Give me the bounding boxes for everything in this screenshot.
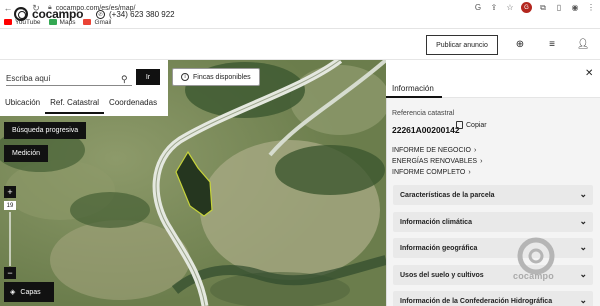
search-tabs: Ubicación Ref. Catastral Coordenadas bbox=[0, 94, 168, 114]
capas-label: Capas bbox=[20, 288, 41, 296]
chevron-down-icon: ⌄ bbox=[579, 242, 587, 252]
chevron-right-icon: › bbox=[473, 147, 477, 154]
account-icon[interactable]: ◉ bbox=[570, 3, 580, 13]
chevron-down-icon: ⌄ bbox=[579, 269, 587, 279]
ref-catastral-value: 22261A00200142 bbox=[392, 125, 460, 135]
link-label: INFORME DE NEGOCIO bbox=[392, 147, 471, 154]
zoom-level: 19 bbox=[4, 201, 16, 210]
share-icon[interactable]: ⇪ bbox=[489, 3, 499, 13]
star-icon[interactable]: ☆ bbox=[505, 3, 515, 13]
gmail-icon bbox=[83, 19, 92, 25]
bookmarks-bar: YouTube Maps Gmail bbox=[0, 16, 600, 29]
search-placeholder: Escriba aquí bbox=[6, 74, 51, 83]
chevron-right-icon: › bbox=[468, 169, 471, 176]
sidebar-icon[interactable]: ▯ bbox=[554, 3, 564, 13]
accordion-geografica[interactable]: Información geográfica ⌄ bbox=[393, 238, 593, 258]
info-icon: i bbox=[181, 73, 189, 81]
hamburger-menu-icon[interactable]: ≡ bbox=[546, 38, 558, 50]
copy-button[interactable]: Copiar bbox=[456, 121, 487, 129]
zoom-in-button[interactable]: + bbox=[4, 186, 16, 198]
accordion-caracteristicas[interactable]: Características de la parcela ⌄ bbox=[393, 185, 593, 205]
layers-icon: ◈ bbox=[10, 289, 16, 296]
medicion-button[interactable]: Medición bbox=[4, 145, 48, 162]
link-informe-completo[interactable]: INFORME COMPLETO › bbox=[392, 169, 471, 176]
phone-number: (+34) 623 380 922 bbox=[109, 10, 175, 19]
accordion-confederacion[interactable]: Información de la Confederación Hidrográ… bbox=[393, 291, 593, 306]
accordion-climatica[interactable]: Información climática ⌄ bbox=[393, 212, 593, 232]
back-icon[interactable]: ← bbox=[2, 2, 14, 14]
zoom-out-button[interactable]: − bbox=[4, 267, 16, 279]
logo-text: cocampo bbox=[32, 7, 84, 21]
globe-icon[interactable]: ⊕ bbox=[514, 38, 526, 50]
zoom-slider[interactable] bbox=[9, 212, 11, 266]
tab-informacion[interactable]: Información bbox=[392, 84, 434, 93]
logo[interactable]: cocampo bbox=[14, 7, 83, 21]
go-button[interactable]: Ir bbox=[136, 69, 160, 85]
phone-contact[interactable]: ✆ (+34) 623 380 922 bbox=[96, 10, 175, 19]
tab-ref-catastral[interactable]: Ref. Catastral bbox=[45, 94, 105, 114]
youtube-icon bbox=[4, 19, 12, 25]
close-icon[interactable]: ✕ bbox=[585, 68, 593, 79]
profile-badge[interactable]: G bbox=[521, 2, 532, 13]
extensions-icon[interactable]: ⧉ bbox=[538, 3, 548, 13]
whatsapp-icon: ✆ bbox=[96, 10, 105, 19]
tab-underline bbox=[386, 96, 442, 98]
copy-label: Copiar bbox=[466, 121, 487, 129]
fincas-disponibles-button[interactable]: i Fincas disponibles bbox=[172, 68, 260, 86]
chevron-down-icon: ⌄ bbox=[579, 216, 587, 226]
accordion-label: Información de la Confederación Hidrográ… bbox=[400, 297, 553, 305]
app-header bbox=[0, 30, 600, 60]
watermark-text: cocampo bbox=[513, 271, 554, 281]
ref-catastral-label: Referencia catastral bbox=[392, 110, 455, 117]
publish-ad-button[interactable]: Publicar anuncio bbox=[426, 35, 498, 55]
google-icon[interactable]: G bbox=[473, 3, 483, 13]
user-icon[interactable]: 👤︎ bbox=[577, 38, 590, 50]
tab-ubicacion[interactable]: Ubicación bbox=[0, 94, 45, 114]
fincas-label: Fincas disponibles bbox=[193, 73, 251, 81]
accordion-label: Usos del suelo y cultivos bbox=[400, 271, 484, 279]
menu-icon[interactable]: ⋮ bbox=[586, 3, 596, 13]
search-input[interactable]: Escriba aquí bbox=[6, 72, 132, 86]
accordion-usos-suelo[interactable]: Usos del suelo y cultivos ⌄ bbox=[393, 265, 593, 285]
bookmark-label: Gmail bbox=[94, 18, 112, 26]
tab-coordenadas[interactable]: Coordenadas bbox=[104, 94, 162, 114]
link-label: INFORME COMPLETO bbox=[392, 169, 466, 176]
search-icon[interactable]: ⚲ bbox=[121, 74, 131, 84]
link-informe-negocio[interactable]: INFORME DE NEGOCIO › bbox=[392, 147, 476, 154]
accordion-label: Información climática bbox=[400, 218, 472, 226]
busqueda-progresiva-button[interactable]: Búsqueda progresiva bbox=[4, 122, 86, 139]
copy-icon bbox=[456, 121, 463, 129]
bookmark-gmail[interactable]: Gmail bbox=[83, 19, 111, 26]
chevron-down-icon: ⌄ bbox=[579, 189, 587, 199]
capas-button[interactable]: ◈ Capas bbox=[4, 282, 54, 302]
link-energias-renovables[interactable]: ENERGÍAS RENOVABLES › bbox=[392, 158, 482, 165]
browser-toolbar: ← → ↻ 🔒︎ cocampo.com/es/es/map/ G ⇪ ☆ G … bbox=[0, 0, 600, 16]
chevron-down-icon: ⌄ bbox=[579, 295, 587, 305]
chevron-right-icon: › bbox=[480, 158, 483, 165]
accordion-label: Características de la parcela bbox=[400, 191, 495, 199]
accordion-label: Información geográfica bbox=[400, 244, 478, 252]
logo-icon bbox=[14, 7, 28, 21]
link-label: ENERGÍAS RENOVABLES bbox=[392, 158, 478, 165]
